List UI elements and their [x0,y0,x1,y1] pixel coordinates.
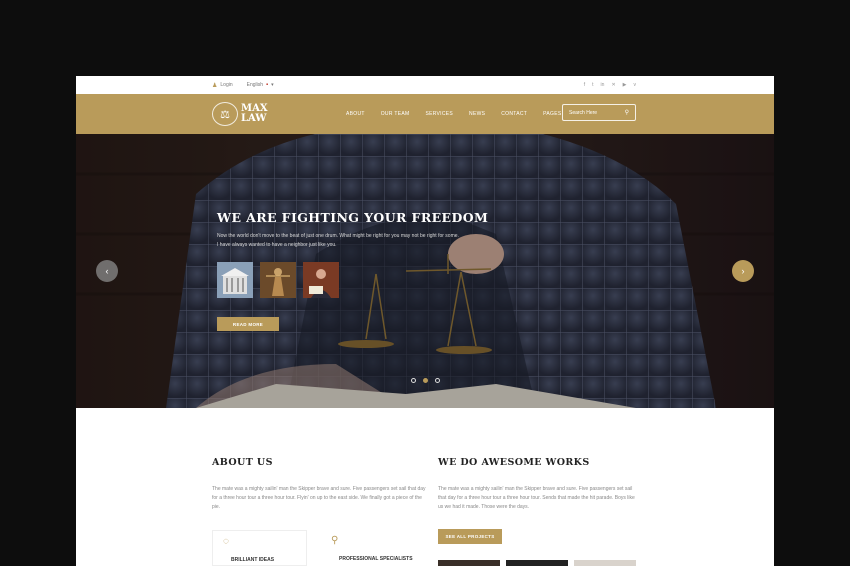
hero-text: Now the world don't move to the beat of … [217,233,459,248]
vimeo-icon[interactable]: v [634,82,637,88]
nav-contact[interactable]: CONTACT [501,111,527,117]
project-thumbnail[interactable] [438,560,500,566]
nav-news[interactable]: NEWS [469,111,485,117]
search-placeholder: Search Here [569,109,598,116]
facebook-icon[interactable]: f [584,82,585,88]
user-icon: ♟ [212,82,218,89]
slider-dot[interactable] [435,378,440,383]
chevron-down-icon: ▾ [271,82,274,88]
login-label: Login [220,82,233,88]
lawyer-thumbnail[interactable] [303,262,339,298]
feature-item: ⚲ PROFESSIONAL SPECIALISTS [307,530,417,566]
lightbulb-icon: ◌ [223,536,229,547]
works-text: The mate was a mighty sailin' man the Sk… [438,486,635,510]
read-more-button[interactable]: READ MORE [217,317,279,331]
main-header: ⚖ MAX LAW ABOUT OUR TEAM SERVICES NEWS C… [76,94,774,134]
nav-services[interactable]: SERVICES [425,111,453,117]
social-links: f t in ✕ ▶ v [584,76,636,94]
youtube-icon[interactable]: ▶ [623,82,627,88]
nav-our-team[interactable]: OUR TEAM [381,111,410,117]
language-selector[interactable]: English ▪ ▾ [247,82,274,88]
works-heading: WE DO AWESOME WORKS [438,457,590,468]
scales-logo-icon: ⚖ [212,102,238,126]
search-icon[interactable]: ⚲ [625,109,629,116]
justice-statue-thumbnail[interactable] [260,262,296,298]
login-link[interactable]: ♟ Login [212,82,233,89]
see-all-projects-button[interactable]: SEE ALL PROJECTS [438,529,502,544]
chevron-left-icon: ‹ [105,266,109,276]
project-thumbnails [438,560,636,566]
project-thumbnail[interactable] [574,560,636,566]
hero-thumbnails [217,262,339,298]
slider-dot[interactable] [411,378,416,383]
hero-title: WE ARE FIGHTING YOUR FREEDOM [217,210,489,225]
slider-next-button[interactable]: › [732,260,754,282]
xing-icon[interactable]: ✕ [611,82,615,88]
feature-item: ◌ BRILLIANT IDEAS [212,530,307,566]
about-section: ABOUT US The mate was a mighty sailin' m… [212,408,430,566]
hero-background-image [76,134,774,408]
slider-dot-active[interactable] [423,378,428,383]
project-thumbnail[interactable] [506,560,568,566]
twitter-icon[interactable]: t [592,82,593,88]
feature-list: ◌ BRILLIANT IDEAS ⚲ PROFESSIONAL SPECIAL… [212,530,417,566]
flag-icon: ▪ [266,82,269,88]
feature-label: BRILLIANT IDEAS [231,557,275,563]
top-bar: ♟ Login English ▪ ▾ f t in ✕ ▶ v [76,76,774,94]
logo-line-2: LAW [241,113,267,124]
works-section: WE DO AWESOME WORKS The mate was a might… [438,408,638,566]
search-input[interactable]: Search Here ⚲ [562,104,636,121]
hero-slider: WE ARE FIGHTING YOUR FREEDOM Now the wor… [76,134,774,408]
chevron-right-icon: › [741,266,745,276]
nav-pages[interactable]: PAGES [543,111,561,117]
slider-prev-button[interactable]: ‹ [96,260,118,282]
slider-dots [411,378,440,383]
user-icon: ⚲ [331,535,339,546]
about-heading: ABOUT US [212,457,273,468]
about-text: The mate was a mighty sailin' man the Sk… [212,486,426,510]
feature-label: PROFESSIONAL SPECIALISTS [339,556,413,562]
site-logo[interactable]: ⚖ MAX LAW [212,102,268,126]
nav-about[interactable]: ABOUT [346,111,365,117]
language-label: English [246,82,264,88]
main-nav: ABOUT OUR TEAM SERVICES NEWS CONTACT PAG… [346,94,562,134]
linkedin-icon[interactable]: in [601,82,605,88]
website-page: ♟ Login English ▪ ▾ f t in ✕ ▶ v ⚖ MAX L… [76,76,774,566]
content-section: ABOUT US The mate was a mighty sailin' m… [76,408,774,566]
courthouse-thumbnail[interactable] [217,262,253,298]
